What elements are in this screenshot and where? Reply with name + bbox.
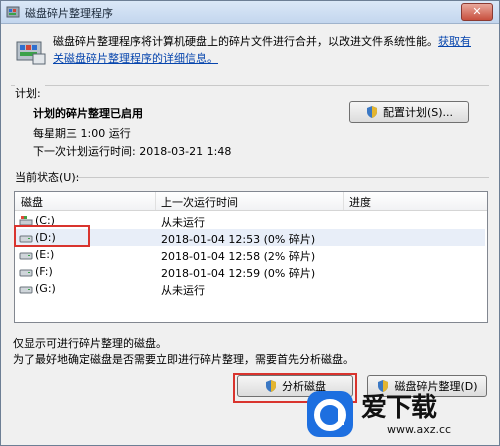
intro-text: 磁盘碎片整理程序将计算机硬盘上的碎片文件进行合并，以改进文件系统性能。获取有关磁… bbox=[53, 33, 478, 67]
disk-row[interactable]: (E:) 2018-01-04 12:58 (2% 碎片) bbox=[15, 246, 485, 263]
configure-schedule-label: 配置计划(S)... bbox=[382, 106, 454, 119]
schedule-title: 计划的碎片整理已启用 bbox=[33, 107, 143, 120]
intro-description: 磁盘碎片整理程序将计算机硬盘上的碎片文件进行合并，以改进文件系统性能。 bbox=[53, 35, 438, 48]
disk-list[interactable]: 磁盘 上一次运行时间 进度 (C:) 从未运行 (D:) 2018-01-04 … bbox=[14, 191, 488, 323]
defrag-window: 磁盘碎片整理程序 ✕ 磁盘碎片整理程序将计算机硬盘上的碎片文件进行合并，以改进文… bbox=[0, 0, 500, 446]
analyze-hint: 为了最好地确定磁盘是否需要立即进行碎片整理，需要首先分析磁盘。 bbox=[13, 353, 354, 366]
window-title: 磁盘碎片整理程序 bbox=[25, 7, 113, 20]
disk-last-run: 从未运行 bbox=[161, 216, 205, 229]
defrag-app-icon bbox=[6, 6, 20, 18]
disk-name: (G:) bbox=[35, 282, 56, 295]
list-note: 仅显示可进行碎片整理的磁盘。 bbox=[13, 337, 167, 350]
defrag-header-icon bbox=[16, 41, 46, 65]
title-bar: 磁盘碎片整理程序 ✕ bbox=[1, 1, 499, 24]
highlight-box-disk-d bbox=[14, 225, 90, 247]
disk-row[interactable]: (G:) 从未运行 bbox=[15, 280, 485, 297]
schedule-frequency: 每星期三 1:00 运行 bbox=[33, 127, 131, 140]
column-header-last-run[interactable]: 上一次运行时间 bbox=[161, 194, 238, 210]
disk-last-run: 从未运行 bbox=[161, 284, 205, 297]
disk-last-run: 2018-01-04 12:53 (0% 碎片) bbox=[161, 233, 316, 246]
watermark-url: www.axz.cc bbox=[387, 423, 452, 436]
divider bbox=[75, 177, 489, 178]
disk-name: (E:) bbox=[35, 248, 55, 261]
column-header-disk[interactable]: 磁盘 bbox=[21, 194, 43, 210]
column-divider[interactable] bbox=[155, 192, 156, 210]
close-button[interactable]: ✕ bbox=[461, 3, 493, 21]
drive-icon bbox=[19, 269, 33, 277]
disk-list-header: 磁盘 上一次运行时间 进度 bbox=[15, 192, 487, 211]
drive-icon bbox=[19, 286, 33, 294]
shield-icon bbox=[366, 106, 377, 118]
column-divider[interactable] bbox=[343, 192, 344, 210]
disk-last-run: 2018-01-04 12:58 (2% 碎片) bbox=[161, 250, 316, 263]
drive-icon bbox=[19, 252, 33, 260]
column-header-progress[interactable]: 进度 bbox=[349, 194, 371, 210]
divider bbox=[11, 85, 489, 86]
disk-name: (F:) bbox=[35, 265, 53, 278]
disk-row[interactable]: (F:) 2018-01-04 12:59 (0% 碎片) bbox=[15, 263, 485, 280]
watermark-text: 爱下载 bbox=[361, 393, 437, 423]
status-section-label: 当前状态(U): bbox=[15, 171, 80, 184]
disk-last-run: 2018-01-04 12:59 (0% 碎片) bbox=[161, 267, 316, 280]
configure-schedule-button[interactable]: 配置计划(S)... bbox=[349, 101, 469, 123]
schedule-section-label: 计划: bbox=[15, 85, 45, 101]
schedule-next-run: 下一次计划运行时间: 2018-03-21 1:48 bbox=[33, 145, 232, 158]
watermark-logo-icon bbox=[307, 391, 353, 437]
watermark: 爱下载 www.axz.cc bbox=[301, 387, 499, 445]
